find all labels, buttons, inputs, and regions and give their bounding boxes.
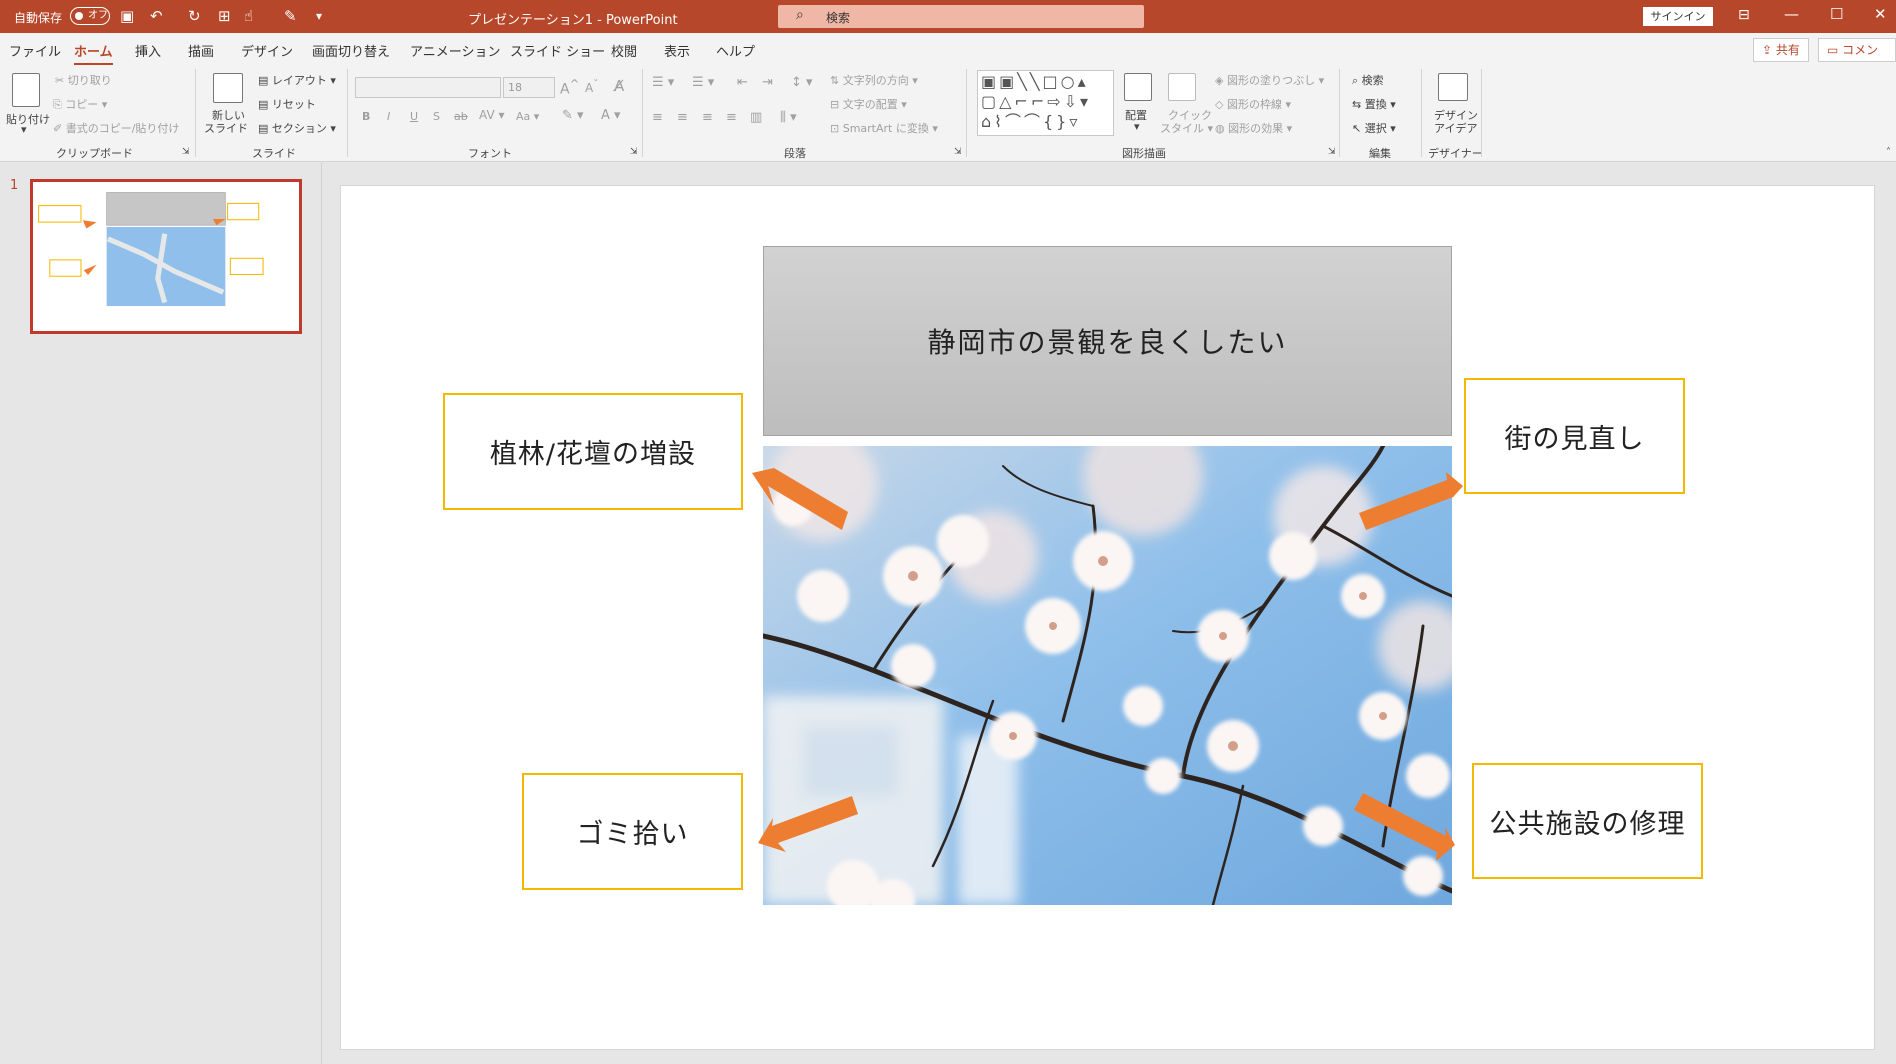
arrow-to-planting[interactable] (752, 468, 848, 530)
arrow-to-litter-pickup[interactable] (758, 796, 858, 852)
arrow-to-city-review[interactable] (1359, 472, 1463, 530)
arrow-to-facility-repair[interactable] (1354, 793, 1455, 861)
arrow-overlay (752, 468, 1463, 861)
